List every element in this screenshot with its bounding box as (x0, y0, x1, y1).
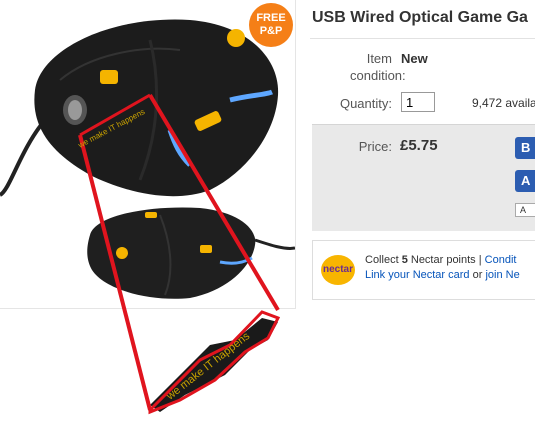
add-to-watchlist-button[interactable]: A (515, 203, 535, 217)
annotation-overlay: we make IT happens we make IT happens (76, 93, 281, 415)
mouse-brand-text: we make IT happens (76, 107, 147, 150)
conditions-link[interactable]: Condit (485, 254, 517, 266)
available-count: 9,472 availa (472, 96, 535, 110)
nectar-logo: nectar (321, 255, 355, 285)
zoomed-brand-text: we make IT happens (164, 330, 253, 403)
collect-suffix: Nectar points (407, 254, 476, 266)
buy-now-button[interactable]: B (515, 137, 535, 159)
price-label: Price: (358, 139, 392, 154)
divider (310, 38, 535, 39)
price-value: £5.75 (400, 137, 438, 154)
nectar-collect-text: Collect 5 Nectar points | Condit (365, 254, 516, 266)
product-image-panel: FREE P&P we make IT happens we make IT h… (0, 0, 300, 423)
condition-label: Item condition: (350, 51, 406, 83)
condition-label-line1: Item (366, 51, 392, 66)
quantity-label: Quantity: (339, 96, 392, 111)
quantity-input[interactable] (401, 92, 435, 112)
nectar-separator: | (475, 254, 485, 266)
nectar-link-text: Link your Nectar card or join Ne (365, 269, 520, 281)
product-title: USB Wired Optical Game Ga (312, 9, 528, 26)
listing-details: USB Wired Optical Game Ga Item condition… (300, 0, 535, 423)
link-nectar-card-link[interactable]: Link your Nectar card (365, 269, 470, 281)
condition-label-line2: condition: (350, 68, 406, 83)
join-nectar-link[interactable]: join Ne (485, 269, 519, 281)
collect-prefix: Collect (365, 254, 402, 266)
nectar-or-text: or (469, 269, 486, 281)
add-to-basket-button[interactable]: A (515, 170, 535, 192)
condition-value: New (401, 51, 428, 66)
nectar-panel: nectar Collect 5 Nectar points | Condit … (312, 240, 535, 300)
